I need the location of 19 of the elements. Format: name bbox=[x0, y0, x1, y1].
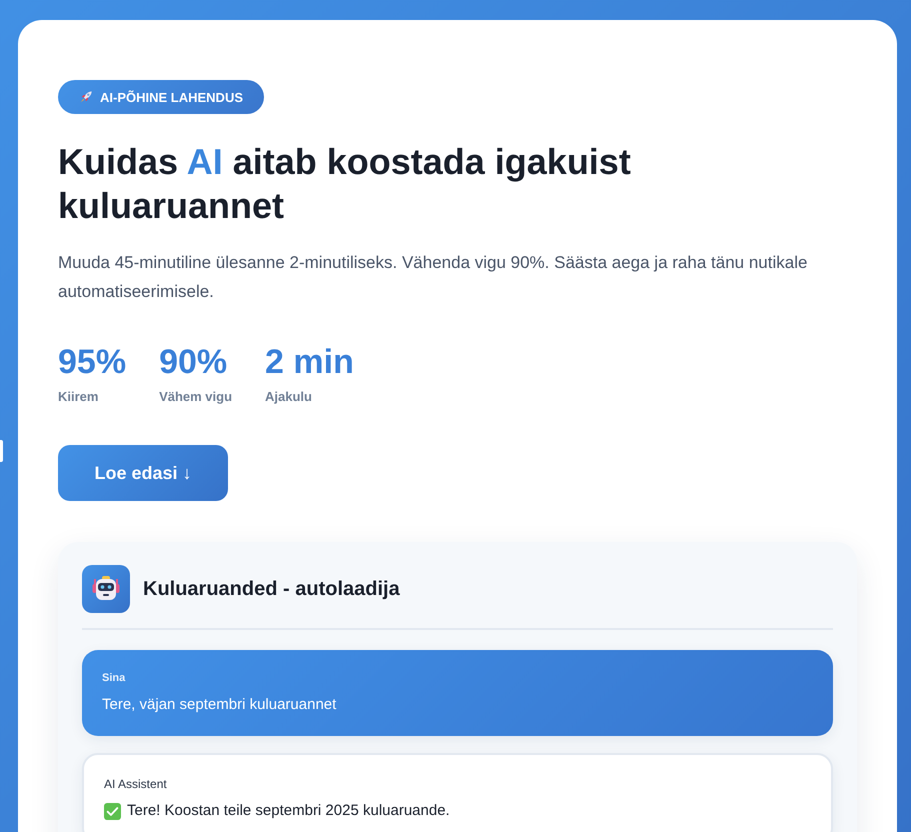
stat-label: Vähem vigu bbox=[159, 388, 232, 406]
sender-name: AI Assistent bbox=[104, 776, 168, 792]
sender-name: Sina bbox=[102, 671, 126, 686]
stat-label: Kiirem bbox=[58, 388, 100, 406]
badge-text: AI-PÕHINE LAHENDUS bbox=[100, 90, 244, 104]
stat-label: Ajakulu bbox=[265, 388, 313, 406]
intro-paragraph: Muuda 45-minutiline ülesanne 2-minutiliseks. Vähenda vigu 90%. Säästa aega ja raha tänu nutikale automatiseerimisele. bbox=[58, 252, 808, 303]
stat-value: 95% bbox=[58, 342, 126, 382]
robot-icon bbox=[82, 565, 130, 613]
side-handle[interactable] bbox=[0, 440, 3, 462]
chat-title: Kuluaruanded - autolaadija bbox=[143, 578, 400, 600]
message-text: Tere! Koostan teile septembri 2025 kuluaruande. bbox=[127, 801, 450, 821]
stat-value: 2 min bbox=[265, 342, 354, 382]
read-more-button[interactable]: Loe edasi ↓ bbox=[58, 445, 228, 501]
check-icon bbox=[104, 802, 121, 820]
message-text: Tere, väjan septembri kuluaruannet bbox=[102, 695, 336, 715]
rocket-icon bbox=[79, 90, 93, 104]
page-headline: Kuidas AI aitab koostada igakuist kuluaruannet bbox=[58, 140, 632, 228]
stat-value: 90% bbox=[159, 342, 228, 382]
